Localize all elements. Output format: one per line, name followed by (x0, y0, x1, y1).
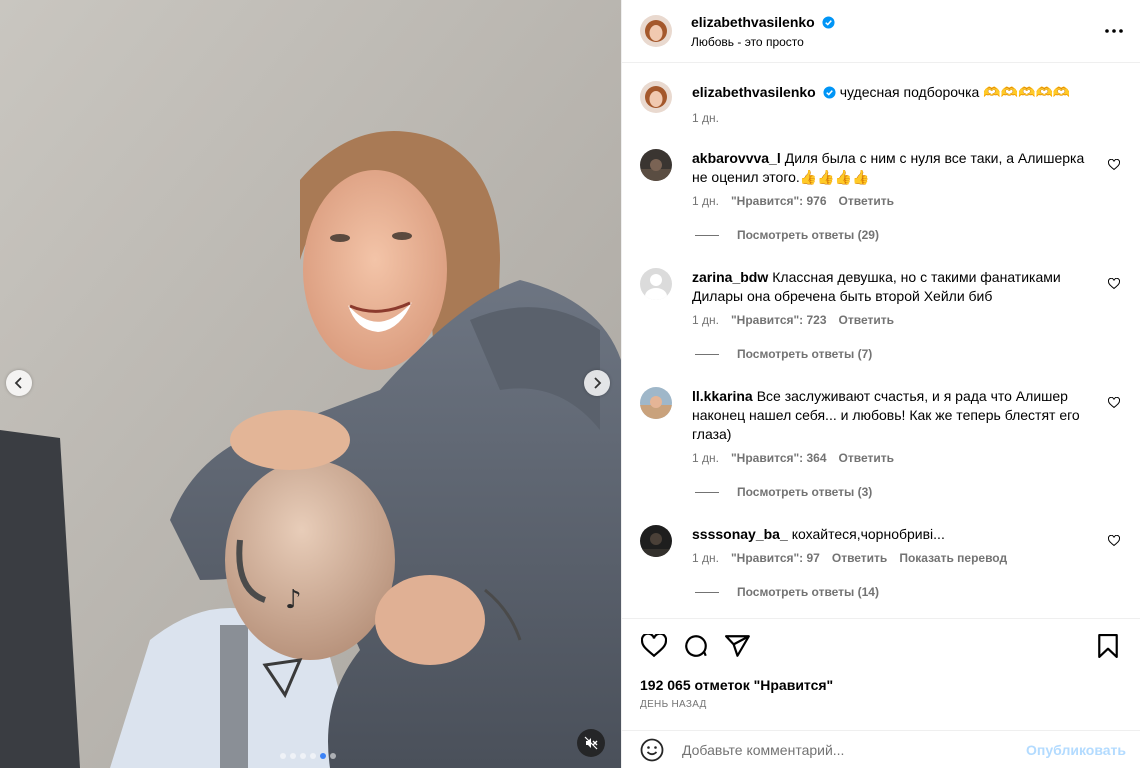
comment-button[interactable] (682, 632, 710, 660)
comment-input[interactable] (682, 741, 1027, 758)
heart-icon (641, 634, 667, 658)
chevron-left-icon (14, 377, 22, 389)
view-replies-button[interactable]: Посмотреть ответы (7) (695, 347, 1122, 361)
carousel-dot-active (320, 753, 326, 759)
comment-likes[interactable]: "Нравится": 723 (731, 313, 827, 327)
author-username[interactable]: elizabethvasilenko (691, 14, 815, 30)
view-replies-label: Посмотреть ответы (14) (737, 585, 879, 599)
post-photo: ♪ (0, 0, 621, 768)
chevron-right-icon (594, 377, 602, 389)
caption-text: чудесная подборочка 🫶🫶🫶🫶🫶 (839, 84, 1071, 100)
commenter-avatar[interactable] (640, 525, 672, 557)
comment-item: ll.kkarina Все заслуживают счастья, и я р… (640, 387, 1122, 465)
comment-item: zarina_bdw Классная девушка, но с такими … (640, 268, 1122, 327)
reply-button[interactable]: Ответить (839, 313, 894, 327)
comment-likes[interactable]: "Нравится": 364 (731, 451, 827, 465)
carousel-dot (330, 753, 336, 759)
translate-button[interactable]: Показать перевод (899, 551, 1007, 565)
verified-badge-icon (823, 86, 836, 99)
more-icon (1105, 29, 1123, 33)
share-button[interactable] (724, 632, 752, 660)
comment-username[interactable]: ssssonay_ba_ (692, 526, 788, 542)
commenter-avatar[interactable] (640, 387, 672, 419)
like-comment-heart-icon[interactable] (1108, 535, 1120, 547)
view-replies-label: Посмотреть ответы (3) (737, 485, 873, 499)
comment-username[interactable]: zarina_bdw (692, 269, 768, 285)
like-button[interactable] (640, 632, 668, 660)
svg-text:♪: ♪ (285, 585, 302, 615)
comment-username[interactable]: akbarovvva_l (692, 150, 781, 166)
view-replies-label: Посмотреть ответы (7) (737, 347, 873, 361)
comment-username[interactable]: ll.kkarina (692, 388, 753, 404)
view-replies-button[interactable]: Посмотреть ответы (3) (695, 485, 1122, 499)
post-media[interactable]: ♪ (0, 0, 621, 768)
bookmark-icon (1098, 634, 1118, 658)
reply-button[interactable]: Ответить (832, 551, 887, 565)
comment-item: akbarovvva_l Диля была с ним с нуля все т… (640, 149, 1122, 208)
comment-time[interactable]: 1 дн. (692, 194, 719, 208)
comment-text: кохайтеся,чорнобриві... (791, 526, 945, 542)
muted-speaker-icon (584, 736, 598, 750)
more-options-button[interactable] (1102, 19, 1126, 43)
comment-time[interactable]: 1 дн. (692, 551, 719, 565)
carousel-next-button[interactable] (584, 370, 610, 396)
mute-toggle-button[interactable] (577, 729, 605, 757)
post-actions: 192 065 отметок "Нравится" ДЕНЬ НАЗАД (622, 618, 1140, 730)
caption: elizabethvasilenko чудесная подборочка 🫶🫶… (640, 81, 1122, 125)
replies-line (695, 234, 719, 236)
carousel-prev-button[interactable] (6, 370, 32, 396)
replies-line (695, 491, 719, 493)
emoji-picker-button[interactable] (640, 738, 664, 762)
caption-time[interactable]: 1 дн. (692, 111, 719, 125)
comment-time[interactable]: 1 дн. (692, 451, 719, 465)
like-comment-heart-icon[interactable] (1108, 397, 1120, 409)
publish-button[interactable]: Опубликовать (1026, 742, 1126, 758)
author-avatar[interactable] (640, 81, 672, 113)
save-button[interactable] (1094, 632, 1122, 660)
replies-line (695, 591, 719, 593)
carousel-dot (300, 753, 306, 759)
view-replies-button[interactable]: Посмотреть ответы (14) (695, 585, 1122, 599)
reply-button[interactable]: Ответить (839, 194, 894, 208)
author-avatar[interactable] (640, 15, 672, 47)
post-location[interactable]: Любовь - это просто (691, 35, 1102, 49)
post-header: elizabethvasilenko Любовь - это просто (622, 0, 1140, 63)
comment-icon (685, 635, 707, 657)
view-replies-label: Посмотреть ответы (29) (737, 228, 879, 242)
comment-composer: Опубликовать (622, 730, 1140, 768)
commenter-avatar[interactable] (640, 149, 672, 181)
comments-list[interactable]: elizabethvasilenko чудесная подборочка 🫶🫶… (622, 63, 1140, 618)
post-dialog: ♪ elizabethvasilenko Любовь - это просто… (0, 0, 1140, 768)
carousel-dot (310, 753, 316, 759)
comment-time[interactable]: 1 дн. (692, 313, 719, 327)
carousel-indicator (280, 753, 336, 759)
share-icon (725, 635, 750, 657)
post-date[interactable]: ДЕНЬ НАЗАД (640, 699, 1122, 710)
like-comment-heart-icon[interactable] (1108, 278, 1120, 290)
like-comment-heart-icon[interactable] (1108, 159, 1120, 171)
comment-likes[interactable]: "Нравится": 97 (731, 551, 820, 565)
emoji-icon (640, 738, 664, 761)
post-sidebar: elizabethvasilenko Любовь - это просто e… (621, 0, 1140, 768)
verified-badge-icon (822, 15, 835, 29)
caption-username[interactable]: elizabethvasilenko (692, 84, 816, 100)
carousel-dot (290, 753, 296, 759)
reply-button[interactable]: Ответить (839, 451, 894, 465)
comment-item: ssssonay_ba_ кохайтеся,чорнобриві... 1 дн… (640, 525, 1122, 565)
replies-line (695, 353, 719, 355)
likes-count[interactable]: 192 065 отметок "Нравится" (640, 677, 1122, 693)
view-replies-button[interactable]: Посмотреть ответы (29) (695, 228, 1122, 242)
commenter-avatar[interactable] (640, 268, 672, 300)
carousel-dot (280, 753, 286, 759)
comment-likes[interactable]: "Нравится": 976 (731, 194, 827, 208)
